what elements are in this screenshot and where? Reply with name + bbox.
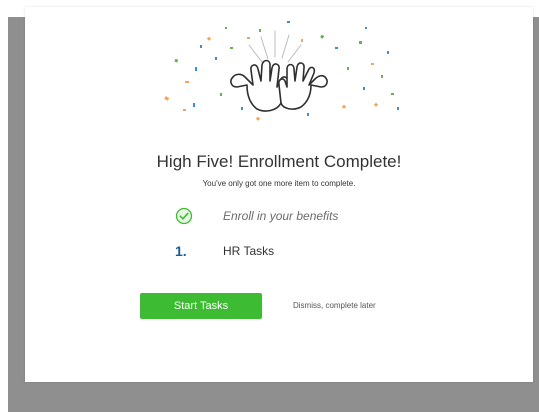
dismiss-link[interactable]: Dismiss, complete later <box>293 301 376 310</box>
task-item-completed: Enroll in your benefits <box>175 206 338 226</box>
start-tasks-button[interactable]: Start Tasks <box>140 293 262 319</box>
task-item-pending: 1. HR Tasks <box>175 241 274 261</box>
high-five-illustration <box>164 21 399 121</box>
burst-lines <box>248 30 302 63</box>
confetti <box>164 21 399 121</box>
step-number: 1. <box>175 243 187 259</box>
enrollment-complete-modal: High Five! Enrollment Complete! You've o… <box>25 7 533 382</box>
task-label: HR Tasks <box>223 244 275 258</box>
modal-subtitle: You've only got one more item to complet… <box>202 179 356 188</box>
task-label: Enroll in your benefits <box>223 209 339 223</box>
modal-title: High Five! Enrollment Complete! <box>156 152 402 171</box>
check-circle-icon <box>175 207 193 225</box>
high-five-hands <box>230 59 328 112</box>
